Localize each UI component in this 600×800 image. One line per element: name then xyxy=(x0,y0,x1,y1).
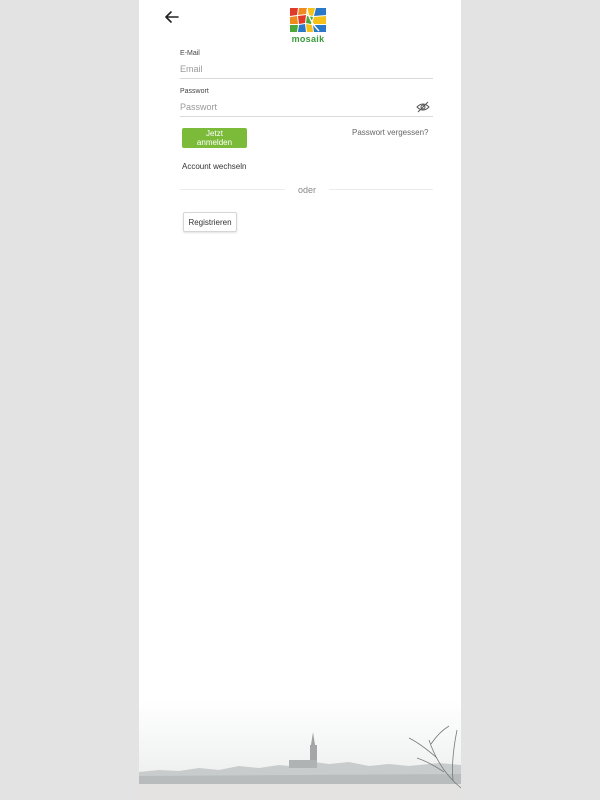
landscape-background-image xyxy=(139,700,461,800)
switch-account-link[interactable]: Account wechseln xyxy=(182,162,246,171)
mosaik-logo: mosaik xyxy=(289,7,327,45)
forgot-password-link[interactable]: Passwort vergessen? xyxy=(352,128,428,137)
email-label: E-Mail xyxy=(180,50,200,57)
password-label: Passwort xyxy=(180,88,209,95)
divider-text: oder xyxy=(297,185,316,195)
password-field[interactable] xyxy=(180,98,433,117)
email-field[interactable] xyxy=(180,60,433,79)
login-panel: mosaik E-Mail Passwort Jetzt anmelden Pa… xyxy=(139,0,461,800)
password-visibility-toggle[interactable] xyxy=(416,100,430,113)
arrow-left-icon xyxy=(165,11,179,23)
login-button[interactable]: Jetzt anmelden xyxy=(182,128,247,148)
logo-wordmark: mosaik xyxy=(291,34,325,44)
eye-slash-icon xyxy=(416,101,430,113)
divider-left xyxy=(180,189,285,190)
divider-right xyxy=(329,189,433,190)
register-button[interactable]: Registrieren xyxy=(183,212,237,232)
back-button[interactable] xyxy=(163,9,181,25)
